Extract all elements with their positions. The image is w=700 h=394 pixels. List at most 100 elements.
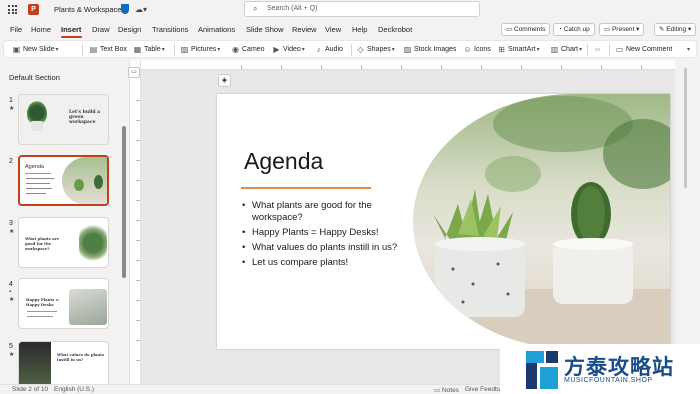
collapse-pane-button[interactable]: ▭ [128, 67, 140, 78]
pictures-button[interactable]: ▨ Pictures▾ [180, 44, 221, 56]
thumbnail-bullet-line [26, 178, 54, 179]
notes-label: Notes [441, 387, 459, 394]
tab-draw[interactable]: Draw [92, 25, 110, 34]
icons-icon: ☺ [463, 45, 472, 54]
comments-button[interactable]: ▭ Comments [501, 23, 551, 36]
thumbnail-plant-image [79, 221, 107, 265]
stock-images-button[interactable]: ▧ Stock Images [403, 44, 457, 56]
editing-label: Editing [666, 26, 687, 33]
divider [587, 44, 588, 56]
shapes-button[interactable]: ◇ Shapes▾ [356, 44, 394, 56]
present-button[interactable]: ▭ Present ▾ [599, 23, 645, 36]
audio-button[interactable]: ♪ Audio [314, 44, 343, 56]
plants-illustration [413, 96, 670, 349]
document-title[interactable]: Plants & Workspace [54, 5, 121, 14]
ribbon-expand-button[interactable]: ▾ [686, 44, 690, 56]
thumbnail-underline [25, 173, 51, 174]
table-button[interactable]: ▦ Table▾ [133, 44, 165, 56]
designer-icon[interactable]: ◈ [218, 74, 231, 87]
tab-design[interactable]: Design [118, 25, 141, 34]
menu-bar: File Home Insert Draw Design Transitions… [0, 19, 700, 40]
ruler-tick [561, 65, 562, 69]
ruler-tick [401, 65, 402, 69]
thumbnail-title: Agenda [25, 164, 44, 170]
cloud-save-icon[interactable]: ☁▾ [135, 5, 147, 14]
thumbnail-plant-image [69, 289, 107, 325]
chart-label: Chart [561, 46, 579, 53]
tab-deckrobot[interactable]: Deckrobot [378, 25, 412, 34]
comment-icon: ▪ [9, 289, 12, 295]
ruler-tick [136, 180, 140, 181]
bullet-list[interactable]: What plants are good for the workspace? … [242, 200, 417, 272]
table-label: Table [144, 46, 161, 53]
slide-thumbnail-1[interactable]: Let's build a green workspace [18, 94, 109, 145]
editing-mode-button[interactable]: ✎ Editing ▾ [654, 23, 697, 36]
catch-up-label: Catch up [563, 26, 590, 33]
watermark-logo: 方泰攻略站 MUSICFOUNTAIN.SHOP [500, 344, 700, 394]
plants-photo[interactable] [413, 94, 670, 349]
tab-insert[interactable]: Insert [61, 25, 81, 34]
thumbnail-pot-image [31, 121, 43, 131]
chart-button[interactable]: ▥ Chart▾ [550, 44, 582, 56]
thumbnail-title: Let's build a green workspace [69, 110, 101, 125]
current-slide[interactable]: Agenda What plants are good for the work… [217, 94, 670, 349]
tab-animations[interactable]: Animations [198, 25, 235, 34]
chart-icon: ▥ [550, 45, 559, 54]
search-box[interactable]: ⌕ Search (Alt + Q) [244, 1, 480, 17]
video-icon: ▶ [273, 45, 280, 54]
cameo-label: Cameo [242, 46, 265, 53]
catch-up-button[interactable]: ◔ Catch up [553, 23, 595, 36]
slide-thumbnail-3[interactable]: What plants are good for the workspace? [18, 217, 109, 268]
bullet-item: Happy Plants = Happy Desks! [242, 227, 417, 239]
text-box-label: Text Box [100, 46, 127, 53]
slide-thumbnail-2[interactable]: Agenda [18, 155, 109, 206]
pictures-icon: ▨ [180, 45, 189, 54]
canvas-scrollbar[interactable] [683, 60, 689, 384]
new-slide-button[interactable]: ▣ New Slide▾ [12, 44, 59, 56]
thumbnail-title: Happy Plants = Happy Desks [26, 297, 59, 307]
search-icon: ⌕ [253, 4, 258, 13]
slide-thumbnail-4[interactable]: Happy Plants = Happy Desks [18, 278, 109, 329]
thumbnail-bullet-line [26, 183, 50, 184]
comments-label: Comments [513, 26, 546, 33]
watermark-subtitle: MUSICFOUNTAIN.SHOP [564, 377, 653, 384]
slide-title[interactable]: Agenda [244, 148, 323, 175]
language-indicator[interactable]: English (U.S.) [54, 386, 94, 393]
cameo-icon: ◉ [232, 45, 239, 54]
ruler-tick [361, 65, 362, 69]
tab-view[interactable]: View [325, 25, 341, 34]
tab-help[interactable]: Help [352, 25, 367, 34]
app-launcher-icon[interactable] [8, 5, 17, 14]
slide-number: 4 [9, 281, 13, 288]
notes-button[interactable]: ▭ Notes [434, 386, 459, 394]
sensitivity-shield-icon[interactable] [121, 4, 129, 14]
tab-home[interactable]: Home [31, 25, 51, 34]
divider [351, 44, 352, 56]
text-box-button[interactable]: ▤ Text Box [89, 44, 127, 56]
cameo-button[interactable]: ◉ Cameo [231, 44, 265, 56]
scroll-thumb[interactable] [684, 68, 687, 188]
smartart-button[interactable]: ⊞ SmartArt▾ [497, 44, 540, 56]
star-icon: ★ [9, 297, 15, 303]
thumbnail-scrollbar[interactable] [122, 126, 126, 278]
tab-slide-show[interactable]: Slide Show [246, 25, 284, 34]
link-button[interactable]: ∞ [593, 44, 604, 56]
thumbnail-title: What plants are good for the workspace? [25, 236, 59, 251]
section-title[interactable]: Default Section [9, 73, 60, 82]
tab-file[interactable]: File [10, 25, 22, 34]
active-tab-indicator [61, 36, 82, 38]
horizontal-ruler [141, 60, 675, 70]
slide-thumbnail-pane: Default Section 1 ★ Let's build a green … [0, 60, 128, 392]
tab-transitions[interactable]: Transitions [152, 25, 188, 34]
title-underline [241, 187, 371, 189]
icons-button[interactable]: ☺ Icons [463, 44, 490, 56]
thumbnail-title: What values do plants instill in us? [57, 352, 105, 362]
table-icon: ▦ [133, 45, 142, 54]
new-comment-button[interactable]: ▭ New Comment [615, 44, 673, 56]
video-label: Video [283, 46, 301, 53]
title-bar: P Plants & Workspace ☁▾ ⌕ Search (Alt + … [0, 0, 700, 19]
video-button[interactable]: ▶ Video▾ [272, 44, 304, 56]
tab-review[interactable]: Review [292, 25, 317, 34]
ruler-tick [521, 65, 522, 69]
audio-label: Audio [325, 46, 343, 53]
